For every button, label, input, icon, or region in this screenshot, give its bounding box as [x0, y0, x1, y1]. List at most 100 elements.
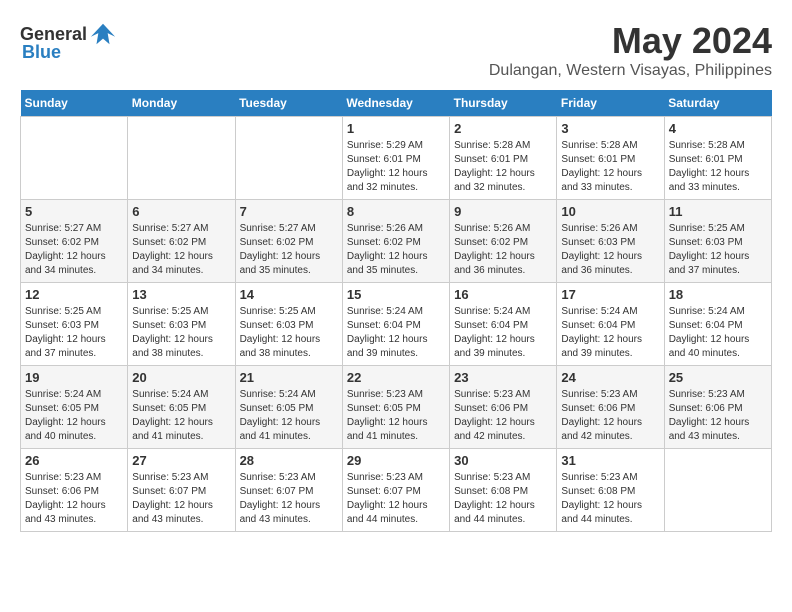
logo-bird-icon — [89, 20, 117, 48]
page-header: General Blue May 2024 Dulangan, Western … — [20, 20, 772, 80]
day-number: 24 — [561, 370, 659, 385]
day-number: 31 — [561, 453, 659, 468]
day-info: Sunrise: 5:23 AMSunset: 6:07 PMDaylight:… — [347, 471, 445, 527]
week-row-5: 26 Sunrise: 5:23 AMSunset: 6:06 PMDaylig… — [21, 449, 772, 532]
day-number: 17 — [561, 287, 659, 302]
day-info: Sunrise: 5:25 AMSunset: 6:03 PMDaylight:… — [240, 305, 338, 361]
day-number: 27 — [132, 453, 230, 468]
calendar-cell: 12 Sunrise: 5:25 AMSunset: 6:03 PMDaylig… — [21, 283, 128, 366]
day-info: Sunrise: 5:23 AMSunset: 6:07 PMDaylight:… — [132, 471, 230, 527]
day-number: 18 — [669, 287, 767, 302]
calendar-cell — [235, 117, 342, 200]
day-number: 12 — [25, 287, 123, 302]
day-info: Sunrise: 5:24 AMSunset: 6:05 PMDaylight:… — [25, 388, 123, 444]
day-info: Sunrise: 5:25 AMSunset: 6:03 PMDaylight:… — [669, 222, 767, 278]
calendar-table: Sunday Monday Tuesday Wednesday Thursday… — [20, 90, 772, 532]
header-tuesday: Tuesday — [235, 90, 342, 117]
calendar-cell: 29 Sunrise: 5:23 AMSunset: 6:07 PMDaylig… — [342, 449, 449, 532]
calendar-cell: 8 Sunrise: 5:26 AMSunset: 6:02 PMDayligh… — [342, 200, 449, 283]
day-info: Sunrise: 5:27 AMSunset: 6:02 PMDaylight:… — [240, 222, 338, 278]
calendar-cell: 7 Sunrise: 5:27 AMSunset: 6:02 PMDayligh… — [235, 200, 342, 283]
calendar-cell: 13 Sunrise: 5:25 AMSunset: 6:03 PMDaylig… — [128, 283, 235, 366]
day-number: 1 — [347, 121, 445, 136]
day-number: 2 — [454, 121, 552, 136]
day-info: Sunrise: 5:23 AMSunset: 6:06 PMDaylight:… — [669, 388, 767, 444]
day-info: Sunrise: 5:24 AMSunset: 6:05 PMDaylight:… — [240, 388, 338, 444]
day-number: 9 — [454, 204, 552, 219]
calendar-cell — [128, 117, 235, 200]
calendar-cell: 5 Sunrise: 5:27 AMSunset: 6:02 PMDayligh… — [21, 200, 128, 283]
day-number: 3 — [561, 121, 659, 136]
month-title: May 2024 — [489, 20, 772, 62]
calendar-cell: 25 Sunrise: 5:23 AMSunset: 6:06 PMDaylig… — [664, 366, 771, 449]
calendar-cell: 11 Sunrise: 5:25 AMSunset: 6:03 PMDaylig… — [664, 200, 771, 283]
calendar-header-row: Sunday Monday Tuesday Wednesday Thursday… — [21, 90, 772, 117]
day-number: 23 — [454, 370, 552, 385]
day-number: 8 — [347, 204, 445, 219]
calendar-cell — [664, 449, 771, 532]
calendar-cell: 6 Sunrise: 5:27 AMSunset: 6:02 PMDayligh… — [128, 200, 235, 283]
calendar-cell: 21 Sunrise: 5:24 AMSunset: 6:05 PMDaylig… — [235, 366, 342, 449]
day-number: 4 — [669, 121, 767, 136]
week-row-2: 5 Sunrise: 5:27 AMSunset: 6:02 PMDayligh… — [21, 200, 772, 283]
day-info: Sunrise: 5:23 AMSunset: 6:07 PMDaylight:… — [240, 471, 338, 527]
calendar-cell: 26 Sunrise: 5:23 AMSunset: 6:06 PMDaylig… — [21, 449, 128, 532]
day-number: 5 — [25, 204, 123, 219]
day-number: 13 — [132, 287, 230, 302]
calendar-cell: 30 Sunrise: 5:23 AMSunset: 6:08 PMDaylig… — [450, 449, 557, 532]
day-number: 10 — [561, 204, 659, 219]
day-info: Sunrise: 5:24 AMSunset: 6:04 PMDaylight:… — [561, 305, 659, 361]
week-row-4: 19 Sunrise: 5:24 AMSunset: 6:05 PMDaylig… — [21, 366, 772, 449]
day-number: 20 — [132, 370, 230, 385]
calendar-cell: 15 Sunrise: 5:24 AMSunset: 6:04 PMDaylig… — [342, 283, 449, 366]
day-info: Sunrise: 5:28 AMSunset: 6:01 PMDaylight:… — [561, 139, 659, 195]
location-title: Dulangan, Western Visayas, Philippines — [489, 62, 772, 80]
day-info: Sunrise: 5:25 AMSunset: 6:03 PMDaylight:… — [25, 305, 123, 361]
calendar-cell: 10 Sunrise: 5:26 AMSunset: 6:03 PMDaylig… — [557, 200, 664, 283]
day-info: Sunrise: 5:23 AMSunset: 6:08 PMDaylight:… — [454, 471, 552, 527]
day-info: Sunrise: 5:24 AMSunset: 6:04 PMDaylight:… — [669, 305, 767, 361]
day-number: 11 — [669, 204, 767, 219]
calendar-cell: 24 Sunrise: 5:23 AMSunset: 6:06 PMDaylig… — [557, 366, 664, 449]
calendar-cell: 27 Sunrise: 5:23 AMSunset: 6:07 PMDaylig… — [128, 449, 235, 532]
header-wednesday: Wednesday — [342, 90, 449, 117]
calendar-cell: 9 Sunrise: 5:26 AMSunset: 6:02 PMDayligh… — [450, 200, 557, 283]
calendar-cell: 31 Sunrise: 5:23 AMSunset: 6:08 PMDaylig… — [557, 449, 664, 532]
header-sunday: Sunday — [21, 90, 128, 117]
logo: General Blue — [20, 20, 119, 63]
day-info: Sunrise: 5:23 AMSunset: 6:06 PMDaylight:… — [561, 388, 659, 444]
calendar-cell: 19 Sunrise: 5:24 AMSunset: 6:05 PMDaylig… — [21, 366, 128, 449]
header-monday: Monday — [128, 90, 235, 117]
calendar-cell: 20 Sunrise: 5:24 AMSunset: 6:05 PMDaylig… — [128, 366, 235, 449]
calendar-cell: 18 Sunrise: 5:24 AMSunset: 6:04 PMDaylig… — [664, 283, 771, 366]
calendar-cell: 14 Sunrise: 5:25 AMSunset: 6:03 PMDaylig… — [235, 283, 342, 366]
header-thursday: Thursday — [450, 90, 557, 117]
day-number: 15 — [347, 287, 445, 302]
day-info: Sunrise: 5:25 AMSunset: 6:03 PMDaylight:… — [132, 305, 230, 361]
header-saturday: Saturday — [664, 90, 771, 117]
calendar-cell: 17 Sunrise: 5:24 AMSunset: 6:04 PMDaylig… — [557, 283, 664, 366]
calendar-cell: 1 Sunrise: 5:29 AMSunset: 6:01 PMDayligh… — [342, 117, 449, 200]
week-row-1: 1 Sunrise: 5:29 AMSunset: 6:01 PMDayligh… — [21, 117, 772, 200]
week-row-3: 12 Sunrise: 5:25 AMSunset: 6:03 PMDaylig… — [21, 283, 772, 366]
day-info: Sunrise: 5:27 AMSunset: 6:02 PMDaylight:… — [25, 222, 123, 278]
day-number: 6 — [132, 204, 230, 219]
day-number: 28 — [240, 453, 338, 468]
day-info: Sunrise: 5:23 AMSunset: 6:06 PMDaylight:… — [25, 471, 123, 527]
calendar-cell: 22 Sunrise: 5:23 AMSunset: 6:05 PMDaylig… — [342, 366, 449, 449]
day-info: Sunrise: 5:26 AMSunset: 6:02 PMDaylight:… — [347, 222, 445, 278]
day-info: Sunrise: 5:23 AMSunset: 6:05 PMDaylight:… — [347, 388, 445, 444]
calendar-cell: 4 Sunrise: 5:28 AMSunset: 6:01 PMDayligh… — [664, 117, 771, 200]
day-info: Sunrise: 5:27 AMSunset: 6:02 PMDaylight:… — [132, 222, 230, 278]
day-number: 16 — [454, 287, 552, 302]
day-info: Sunrise: 5:26 AMSunset: 6:02 PMDaylight:… — [454, 222, 552, 278]
day-info: Sunrise: 5:26 AMSunset: 6:03 PMDaylight:… — [561, 222, 659, 278]
day-info: Sunrise: 5:24 AMSunset: 6:05 PMDaylight:… — [132, 388, 230, 444]
day-number: 29 — [347, 453, 445, 468]
day-info: Sunrise: 5:29 AMSunset: 6:01 PMDaylight:… — [347, 139, 445, 195]
day-info: Sunrise: 5:23 AMSunset: 6:06 PMDaylight:… — [454, 388, 552, 444]
calendar-cell: 23 Sunrise: 5:23 AMSunset: 6:06 PMDaylig… — [450, 366, 557, 449]
day-info: Sunrise: 5:28 AMSunset: 6:01 PMDaylight:… — [454, 139, 552, 195]
day-number: 14 — [240, 287, 338, 302]
day-number: 7 — [240, 204, 338, 219]
